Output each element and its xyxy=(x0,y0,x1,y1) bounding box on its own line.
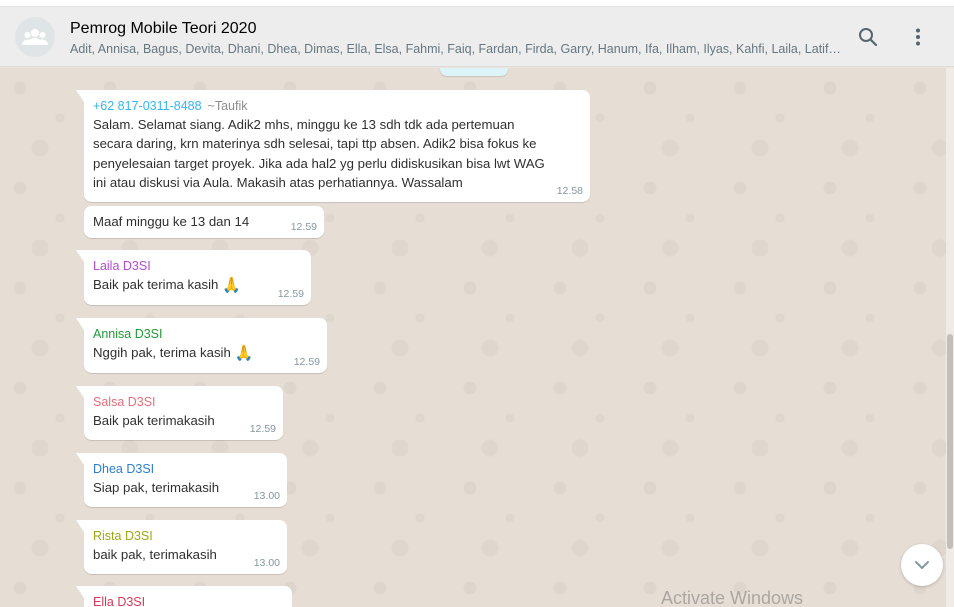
activate-windows-watermark: Activate Windows xyxy=(661,588,804,607)
chevron-down-icon xyxy=(915,561,929,569)
message-sender: Annisa D3SI xyxy=(93,327,163,341)
message-text: secara daring, krn materinya sdh selesai… xyxy=(93,136,537,152)
message-text: Maaf minggu ke 13 dan 14 xyxy=(93,214,250,229)
message-sender: Dhea D3SI xyxy=(93,462,155,476)
message-time: 12.59 xyxy=(290,221,317,233)
message-bubble[interactable]: Ella D3SI xyxy=(76,586,292,607)
scroll-down-button[interactable] xyxy=(901,544,943,586)
message-time: 12.59 xyxy=(277,288,304,300)
sender-alias: ~Taufik xyxy=(207,99,248,113)
message-time: 12.58 xyxy=(556,185,583,197)
message-bubble[interactable]: Maaf minggu ke 13 dan 14 12.59 xyxy=(84,206,324,238)
message-text: Siap pak, terimakasih xyxy=(93,480,220,495)
chat-panel[interactable]: +62 817-0311-8488 ~Taufik Salam. Selamat … xyxy=(0,68,946,607)
folded-hands-emoji: 🙏 xyxy=(234,345,254,362)
message-sender: +62 817-0311-8488 ~Taufik xyxy=(93,98,581,115)
message-time: 13.00 xyxy=(253,490,280,502)
message-bubble[interactable]: Salsa D3SI Baik pak terimakasih 12.59 xyxy=(76,386,283,440)
message-sender: Laila D3SI xyxy=(93,259,151,273)
message-bubble[interactable]: Rista D3SI baik pak, terimakasih 13.00 xyxy=(76,520,287,574)
message-text: Salam. Selamat siang. Adik2 mhs, minggu … xyxy=(93,117,515,132)
message-sender: Ella D3SI xyxy=(93,595,146,607)
message-text: Nggih pak, terima kasih 🙏 xyxy=(93,345,254,362)
folded-hands-emoji: 🙏 xyxy=(222,277,242,294)
chat-members-list: Adit, Annisa, Bagus, Devita, Dhani, Dhea… xyxy=(70,42,840,56)
chat-header[interactable]: Pemrog Mobile Teori 2020 Adit, Annisa, B… xyxy=(0,7,954,67)
scrollbar-thumb[interactable] xyxy=(947,334,953,549)
search-icon xyxy=(859,28,878,47)
message-text: Baik pak terimakasih xyxy=(93,413,215,428)
sender-phone: +62 817-0311-8488 xyxy=(93,99,202,113)
message-sender: Salsa D3SI xyxy=(93,395,156,409)
message-text: ini atau diskusi via Aula. Makasih atas … xyxy=(93,174,463,190)
message-bubble[interactable]: Laila D3SI Baik pak terima kasih 🙏 12.59 xyxy=(76,250,311,305)
search-button[interactable] xyxy=(854,23,882,51)
message-time: 13.00 xyxy=(253,557,280,569)
chat-title: Pemrog Mobile Teori 2020 xyxy=(70,20,257,37)
group-avatar-icon[interactable] xyxy=(15,17,55,57)
more-vertical-icon xyxy=(916,28,920,46)
message-time: 12.59 xyxy=(249,423,276,435)
chat-title-block[interactable]: Pemrog Mobile Teori 2020 Adit, Annisa, B… xyxy=(70,19,840,58)
message-bubble[interactable]: Annisa D3SI Nggih pak, terima kasih 🙏 12.… xyxy=(76,318,327,373)
message-text: baik pak, terimakasih xyxy=(93,547,217,562)
message-text: penyelesaian target proyek. Jika ada hal… xyxy=(93,155,545,171)
message-bubble[interactable]: +62 817-0311-8488 ~Taufik Salam. Selamat … xyxy=(76,90,590,202)
message-sender: Rista D3SI xyxy=(93,529,153,543)
message-bubble[interactable]: Dhea D3SI Siap pak, terimakasih 13.00 xyxy=(76,453,287,507)
message-time: 12.59 xyxy=(293,356,320,368)
message-text: Baik pak terima kasih 🙏 xyxy=(93,277,242,294)
menu-button[interactable] xyxy=(904,23,932,51)
message-bubble-partial xyxy=(440,68,508,76)
window-top-edge xyxy=(0,0,954,7)
